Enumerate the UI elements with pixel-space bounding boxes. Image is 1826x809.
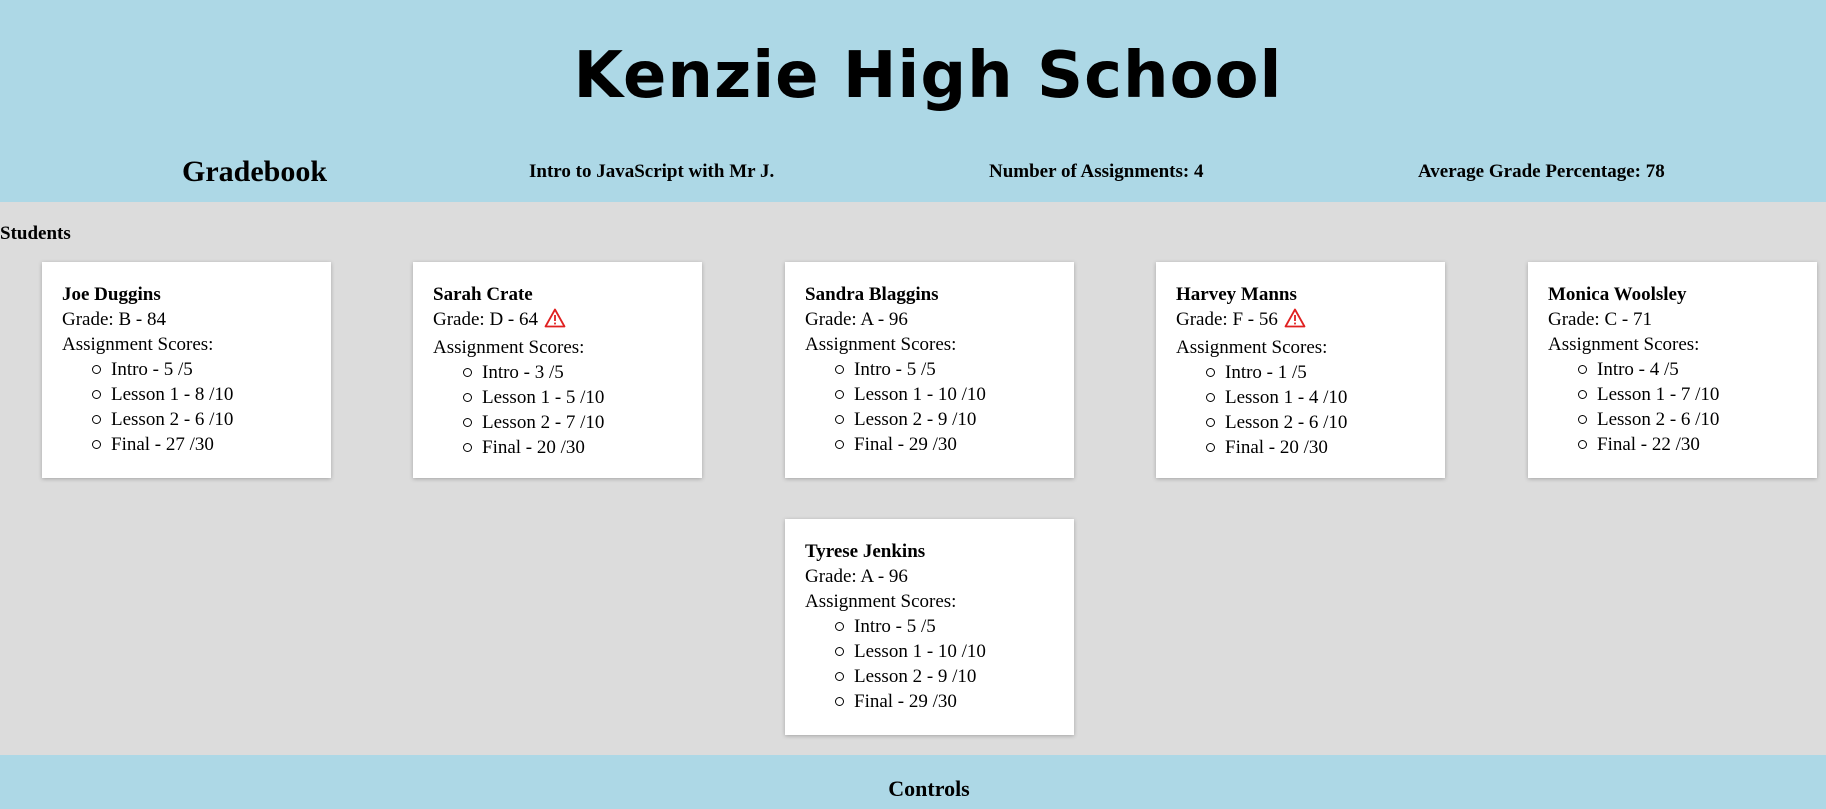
student-name: Sandra Blaggins [805,284,939,305]
gradebook-subheader: Gradebook Intro to JavaScript with Mr J.… [0,150,1826,194]
page-header: Kenzie High School Gradebook Intro to Ja… [0,0,1826,202]
list-item: Final - 20 /30 [1206,435,1445,460]
student-grade: Grade: C - 71 [1548,309,1652,330]
students-section-label: Students [0,223,71,244]
list-item: Lesson 2 - 6 /10 [92,407,331,432]
gradebook-title: Gradebook [182,155,328,188]
list-item: Lesson 2 - 9 /10 [835,664,1074,689]
list-item: Lesson 1 - 8 /10 [92,382,331,407]
student-grade: Grade: B - 84 [62,309,166,330]
list-item: Final - 29 /30 [835,689,1074,714]
list-item: Lesson 1 - 10 /10 [835,639,1074,664]
score-list: Intro - 1 /5 Lesson 1 - 4 /10 Lesson 2 -… [1176,360,1445,460]
student-grade: Grade: D - 64 [433,307,702,335]
student-card: Sandra Blaggins Grade: A - 96 Assignment… [785,262,1074,478]
list-item: Lesson 2 - 7 /10 [463,410,702,435]
course-name: Intro to JavaScript with Mr J. [529,161,775,182]
list-item: Intro - 5 /5 [92,357,331,382]
list-item: Intro - 3 /5 [463,360,702,385]
student-name: Monica Woolsley [1548,284,1687,305]
average-grade: Average Grade Percentage: 78 [1418,161,1665,182]
student-grade: Grade: A - 96 [805,566,908,587]
list-item: Lesson 1 - 10 /10 [835,382,1074,407]
score-list: Intro - 4 /5 Lesson 1 - 7 /10 Lesson 2 -… [1548,357,1817,457]
warning-icon [544,308,566,335]
list-item: Final - 29 /30 [835,432,1074,457]
student-card: Joe Duggins Grade: B - 84 Assignment Sco… [42,262,331,478]
student-card: Harvey Manns Grade: F - 56 Assignment Sc… [1156,262,1445,478]
score-list: Intro - 5 /5 Lesson 1 - 8 /10 Lesson 2 -… [62,357,331,457]
list-item: Final - 20 /30 [463,435,702,460]
warning-icon [1284,308,1306,335]
student-card: Monica Woolsley Grade: C - 71 Assignment… [1528,262,1817,478]
list-item: Lesson 2 - 9 /10 [835,407,1074,432]
assignment-scores-label: Assignment Scores: [805,334,957,355]
controls-heading: Controls [888,776,970,801]
score-list: Intro - 3 /5 Lesson 1 - 5 /10 Lesson 2 -… [433,360,702,460]
assignment-scores-label: Assignment Scores: [433,337,585,358]
student-name: Tyrese Jenkins [805,541,926,562]
school-title: Kenzie High School [573,39,1283,113]
student-name: Sarah Crate [433,284,533,305]
list-item: Lesson 1 - 5 /10 [463,385,702,410]
list-item: Final - 22 /30 [1578,432,1817,457]
score-list: Intro - 5 /5 Lesson 1 - 10 /10 Lesson 2 … [805,357,1074,457]
assignment-scores-label: Assignment Scores: [62,334,214,355]
list-item: Final - 27 /30 [92,432,331,457]
student-name: Joe Duggins [62,284,161,305]
score-list: Intro - 5 /5 Lesson 1 - 10 /10 Lesson 2 … [805,614,1074,714]
student-grade: Grade: A - 96 [805,309,908,330]
controls-panel: Controls [0,755,1826,809]
list-item: Intro - 5 /5 [835,357,1074,382]
list-item: Lesson 1 - 7 /10 [1578,382,1817,407]
assignment-scores-label: Assignment Scores: [805,591,957,612]
student-name: Harvey Manns [1176,284,1297,305]
list-item: Intro - 5 /5 [835,614,1074,639]
list-item: Lesson 2 - 6 /10 [1578,407,1817,432]
assignment-scores-label: Assignment Scores: [1548,334,1700,355]
list-item: Intro - 1 /5 [1206,360,1445,385]
student-card: Sarah Crate Grade: D - 64 Assignment Sco… [413,262,702,478]
list-item: Intro - 4 /5 [1578,357,1817,382]
student-card: Tyrese Jenkins Grade: A - 96 Assignment … [785,519,1074,735]
list-item: Lesson 2 - 6 /10 [1206,410,1445,435]
assignment-scores-label: Assignment Scores: [1176,337,1328,358]
assignment-count: Number of Assignments: 4 [989,161,1204,182]
student-grade: Grade: F - 56 [1176,307,1445,335]
list-item: Lesson 1 - 4 /10 [1206,385,1445,410]
